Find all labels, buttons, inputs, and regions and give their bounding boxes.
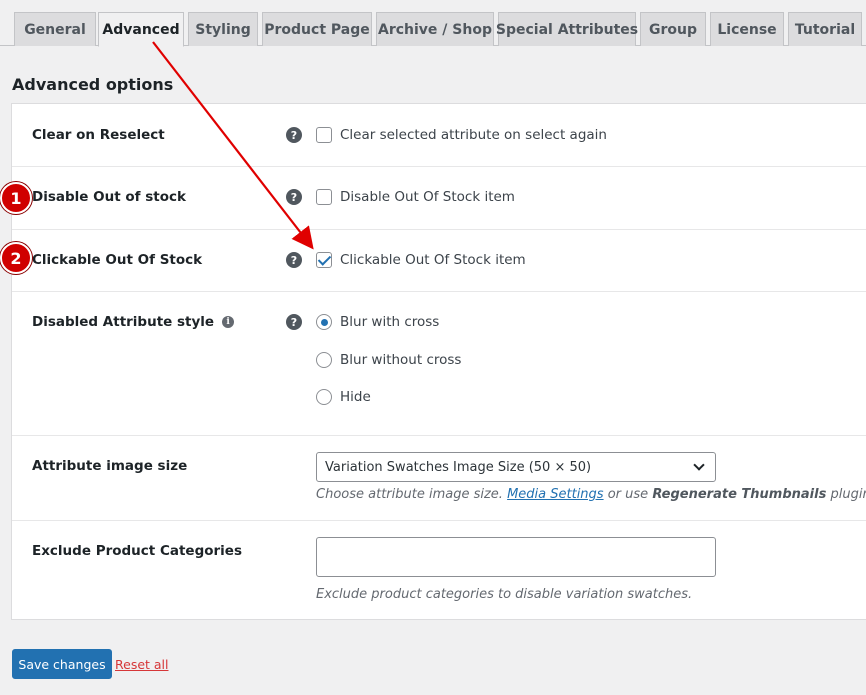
help-icon[interactable]: ?: [286, 252, 302, 268]
settings-tabs: General Advanced Styling Product Page Ar…: [0, 0, 866, 47]
disable-out-of-stock-checkbox[interactable]: Disable Out Of Stock item: [316, 189, 515, 205]
desc-text: or use: [607, 487, 649, 502]
radio-hide[interactable]: Hide: [316, 389, 371, 405]
exclude-product-categories-label: Exclude Product Categories: [32, 543, 242, 559]
radio-label: Blur without cross: [340, 352, 462, 368]
media-settings-link[interactable]: Media Settings: [507, 487, 604, 502]
checkbox-box-checked[interactable]: [316, 252, 332, 268]
info-icon[interactable]: i: [222, 316, 235, 328]
tab-advanced[interactable]: Advanced: [98, 12, 184, 47]
tab-group[interactable]: Group: [640, 12, 706, 46]
tab-special-attributes[interactable]: Special Attributes: [496, 12, 638, 46]
exclude-product-categories-description: Exclude product categories to disable va…: [316, 587, 693, 602]
radio-circle-checked[interactable]: [316, 314, 332, 330]
radio-circle[interactable]: [316, 389, 332, 405]
desc-text: Choose attribute image size.: [316, 487, 503, 502]
select-value: Variation Swatches Image Size (50 × 50): [325, 459, 592, 475]
disable-out-of-stock-label: Disable Out of stock: [32, 189, 186, 205]
clickable-out-of-stock-checkbox[interactable]: Clickable Out Of Stock item: [316, 252, 526, 268]
help-icon[interactable]: ?: [286, 127, 302, 143]
disable-out-of-stock-option: Disable Out Of Stock item: [340, 189, 515, 205]
checkbox-box[interactable]: [316, 127, 332, 143]
clickable-out-of-stock-label: Clickable Out Of Stock: [32, 252, 203, 268]
attribute-image-size-description: Choose attribute image size. Media Setti…: [316, 487, 866, 502]
radio-blur-without-cross[interactable]: Blur without cross: [316, 352, 461, 368]
disabled-attribute-style-label: Disabled Attribute style i: [32, 314, 235, 330]
row-attribute-image-size: Attribute image size Variation Swatches …: [12, 436, 866, 521]
radio-label: Blur with cross: [340, 314, 440, 330]
disabled-attribute-style-text: Disabled Attribute style: [32, 314, 215, 330]
regenerate-thumbnails-text: Regenerate Thumbnails: [652, 487, 827, 502]
radio-label: Hide: [340, 389, 371, 405]
checkbox-box[interactable]: [316, 189, 332, 205]
desc-text: plugin: [830, 487, 866, 502]
radio-blur-with-cross[interactable]: Blur with cross: [316, 314, 439, 330]
annotation-badge-1: 1: [0, 182, 32, 214]
annotation-badge-2: 2: [0, 242, 32, 274]
tab-license[interactable]: License: [710, 12, 784, 46]
clickable-out-of-stock-option: Clickable Out Of Stock item: [340, 252, 526, 268]
tab-product-page[interactable]: Product Page: [262, 12, 372, 46]
tab-archive-shop[interactable]: Archive / Shop: [376, 12, 494, 46]
save-changes-button[interactable]: Save changes: [12, 649, 112, 679]
clear-on-reselect-checkbox[interactable]: Clear selected attribute on select again: [316, 127, 607, 143]
row-clear-on-reselect: Clear on Reselect ? Clear selected attri…: [12, 104, 866, 167]
attribute-image-size-select[interactable]: Variation Swatches Image Size (50 × 50): [316, 452, 716, 482]
attribute-image-size-label: Attribute image size: [32, 458, 188, 474]
row-clickable-out-of-stock: Clickable Out Of Stock ? Clickable Out O…: [12, 230, 866, 292]
section-title: Advanced options: [12, 75, 174, 94]
exclude-product-categories-input[interactable]: [316, 537, 716, 577]
chevron-down-icon: [693, 459, 705, 471]
tab-general[interactable]: General: [14, 12, 96, 46]
tab-tutorial[interactable]: Tutorial: [788, 12, 862, 46]
row-disable-out-of-stock: Disable Out of stock ? Disable Out Of St…: [12, 167, 866, 230]
row-disabled-attribute-style: Disabled Attribute style i ? Blur with cr…: [12, 292, 866, 436]
advanced-options-panel: Clear on Reselect ? Clear selected attri…: [11, 103, 866, 620]
help-icon[interactable]: ?: [286, 189, 302, 205]
tab-styling[interactable]: Styling: [188, 12, 258, 46]
row-exclude-product-categories: Exclude Product Categories Exclude produ…: [12, 521, 866, 621]
radio-circle[interactable]: [316, 352, 332, 368]
help-icon[interactable]: ?: [286, 314, 302, 330]
clear-on-reselect-option: Clear selected attribute on select again: [340, 127, 607, 143]
reset-all-link[interactable]: Reset all: [115, 657, 169, 672]
clear-on-reselect-label: Clear on Reselect: [32, 127, 165, 143]
